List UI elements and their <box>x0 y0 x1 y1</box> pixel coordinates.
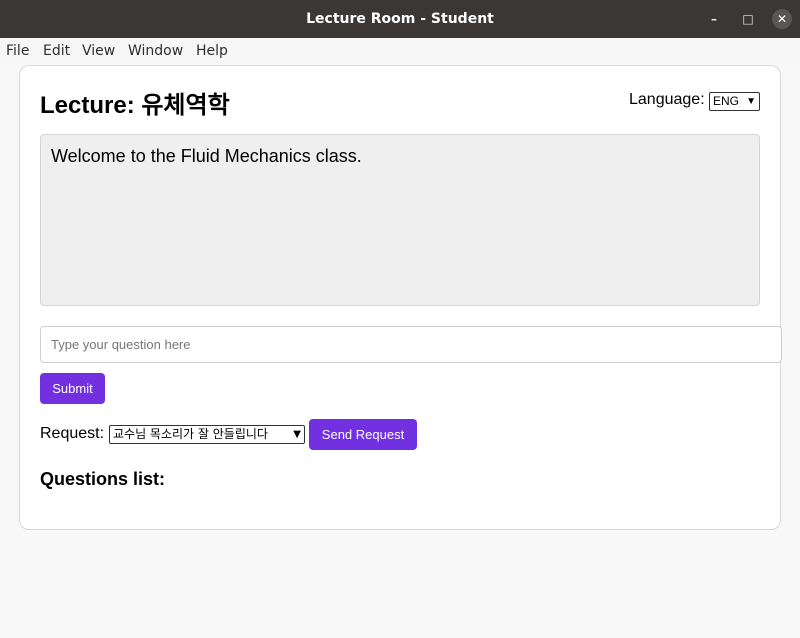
lecture-title: Lecture: 유체역학 <box>40 92 230 119</box>
request-label: Request: <box>40 425 105 442</box>
menu-edit[interactable]: Edit <box>43 43 70 59</box>
minimize-icon[interactable]: – <box>704 9 724 29</box>
lecture-panel: Lecture: 유체역학 Language: ENG ▼ Welcome to… <box>19 65 782 530</box>
maximize-icon[interactable]: □ <box>738 9 758 29</box>
language-select-value: ENG <box>713 94 740 108</box>
lecture-content-box: Welcome to the Fluid Mechanics class. <box>40 134 760 306</box>
chevron-down-icon: ▼ <box>746 96 756 107</box>
menu-bar: File Edit View Window Help <box>0 38 800 64</box>
window-title: Lecture Room - Student <box>306 11 494 27</box>
menu-file[interactable]: File <box>6 43 29 59</box>
window-titlebar: Lecture Room - Student – □ ✕ <box>0 0 800 38</box>
send-request-button[interactable]: Send Request <box>309 419 417 450</box>
menu-window[interactable]: Window <box>128 43 183 59</box>
request-select[interactable]: 교수님 목소리가 잘 안들립니다 ▼ <box>109 425 305 444</box>
close-icon[interactable]: ✕ <box>772 9 792 29</box>
questions-list-heading: Questions list: <box>40 469 166 489</box>
menu-help[interactable]: Help <box>196 43 228 59</box>
lecture-message: Welcome to the Fluid Mechanics class. <box>51 146 362 166</box>
menu-view[interactable]: View <box>82 43 115 59</box>
question-input[interactable] <box>40 326 782 363</box>
language-select[interactable]: ENG ▼ <box>709 92 760 111</box>
request-select-value: 교수님 목소리가 잘 안들립니다 <box>113 427 268 441</box>
chevron-down-icon: ▼ <box>293 426 301 443</box>
submit-button[interactable]: Submit <box>40 373 105 404</box>
language-label: Language: <box>629 91 705 108</box>
